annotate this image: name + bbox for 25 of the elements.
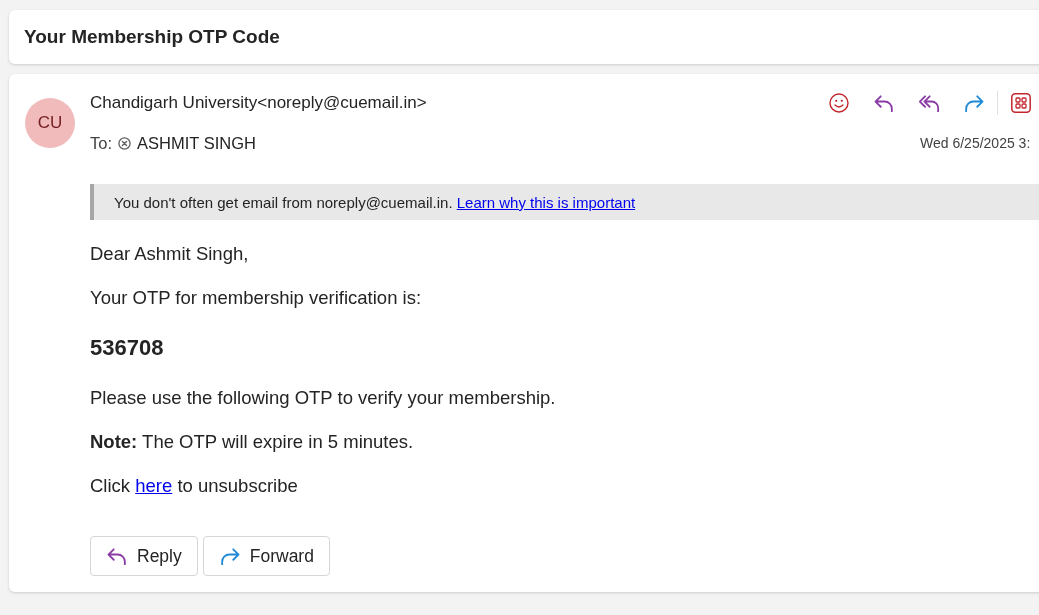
reply-arrow-icon (107, 547, 127, 565)
double-reply-arrow-icon[interactable] (918, 94, 940, 112)
reply-button[interactable]: Reply (90, 536, 198, 576)
body-paragraph: Note: The OTP will expire in 5 minutes. (90, 430, 415, 454)
unsubscribe-link[interactable]: here (135, 475, 173, 496)
notice-text: You don't often get email from noreply@cuemail.in. Learn why this is important (114, 193, 636, 211)
reply-arrow-icon[interactable] (874, 94, 894, 112)
to-label: To: (90, 133, 112, 154)
otp-code: 536708 (90, 334, 165, 362)
forward-button[interactable]: Forward (202, 536, 330, 576)
recipient-name[interactable]: ASHMIT SINGH (137, 131, 256, 155)
forward-arrow-icon[interactable] (964, 94, 984, 112)
date-text: Wed 6/25/2025 3: (920, 134, 1031, 153)
subject-title: Your Membership OTP Code (24, 26, 280, 48)
learn-more-link[interactable]: Learn why this is important (456, 193, 636, 211)
sender-avatar: CU (25, 98, 75, 148)
body-paragraph: Your OTP for membership verification is: (90, 286, 423, 310)
forward-arrow-icon (219, 547, 240, 565)
apps-grid-icon[interactable] (1011, 93, 1031, 113)
x-circle-icon (118, 136, 131, 150)
unsubscribe-text: Click here to unsubscribe (90, 474, 299, 498)
smiley-icon[interactable] (829, 93, 849, 113)
sender-text: Chandigarh University<noreply@cuemail.in> (90, 92, 428, 114)
body-paragraph: Dear Ashmit Singh, (90, 242, 250, 266)
body-paragraph: Please use the following OTP to verify your membership. (90, 386, 557, 410)
